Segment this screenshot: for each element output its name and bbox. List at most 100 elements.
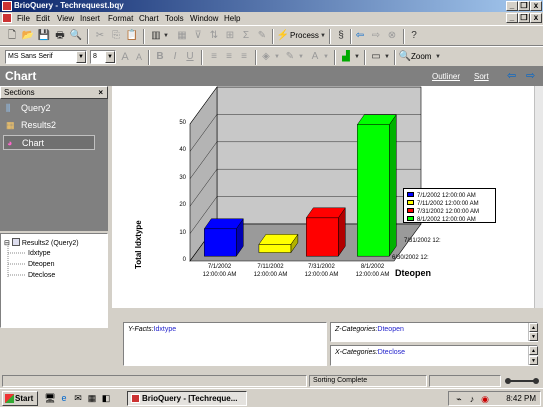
italic-icon[interactable]: I (168, 50, 182, 64)
save-icon[interactable]: 💾 (37, 29, 51, 43)
fill-dropdown-icon[interactable]: ▼ (273, 50, 281, 64)
bar[interactable] (203, 218, 244, 257)
menu-window[interactable]: Window (190, 14, 218, 23)
close-button[interactable]: x (530, 1, 542, 11)
scroll-down-icon[interactable]: ▼ (529, 356, 538, 365)
menu-help[interactable]: Help (224, 14, 240, 23)
sort-icon[interactable]: ⇅ (207, 29, 221, 43)
doc-icon[interactable] (2, 13, 12, 23)
process-dropdown-icon[interactable]: ▼ (319, 29, 327, 43)
bar[interactable] (305, 207, 346, 257)
app-launch-icon[interactable]: ▦ (86, 392, 98, 404)
font-color-dropdown-icon[interactable]: ▼ (322, 50, 330, 64)
open-icon[interactable]: 📂 (21, 29, 35, 43)
layout-icon[interactable]: ▥ (149, 29, 163, 43)
menu-file[interactable]: File (17, 14, 30, 23)
filter-icon[interactable]: ⊽ (191, 29, 205, 43)
y-facts-value[interactable]: Idxtype (154, 326, 177, 333)
doc-close-button[interactable]: x (530, 13, 542, 23)
menu-insert[interactable]: Insert (80, 14, 100, 23)
line-color-icon[interactable]: ✎ (283, 50, 297, 64)
paste-icon[interactable]: 📋 (125, 29, 139, 43)
doc-restore-button[interactable]: ❐ (518, 13, 530, 23)
print-preview-icon[interactable]: 🔍 (69, 29, 83, 43)
back-icon[interactable]: ⇦ (353, 29, 367, 43)
tree-item-idxtype[interactable]: Idxtype (28, 249, 51, 258)
zoom-icon[interactable]: 🔍 (398, 50, 412, 64)
chevron-down-icon[interactable]: ▼ (76, 51, 86, 63)
process-icon[interactable]: ⚡ (276, 29, 290, 43)
sort-link[interactable]: Sort (474, 72, 489, 81)
layout-dropdown-icon[interactable]: ▼ (162, 29, 170, 43)
back-arrow-icon[interactable]: ⇦ (507, 70, 516, 82)
scroll-up-icon[interactable]: ▲ (529, 346, 538, 355)
menu-edit[interactable]: Edit (36, 14, 50, 23)
close-icon[interactable]: × (98, 87, 103, 99)
process-button[interactable]: Process (290, 31, 319, 40)
cut-icon[interactable]: ✂ (93, 29, 107, 43)
bar[interactable] (258, 233, 299, 254)
chart-vertical-scrollbar[interactable] (534, 86, 543, 308)
font-name-select[interactable]: MS Sans Serif ▼ (5, 50, 87, 64)
zoom-slider[interactable] (504, 376, 540, 386)
section-item-chart[interactable]: ◕ Chart (3, 135, 95, 150)
new-icon[interactable]: 🗋 (5, 29, 19, 43)
menu-tools[interactable]: Tools (165, 14, 184, 23)
align-left-icon[interactable]: ≡ (207, 50, 221, 64)
section-item-results2[interactable]: ▦ Results2 (3, 118, 95, 133)
chart-type-icon[interactable]: ▟ (339, 50, 353, 64)
desktop-icon[interactable]: 🖥 (44, 392, 56, 404)
view-icon[interactable]: ▭ (369, 50, 383, 64)
zoom-button[interactable]: Zoom (411, 52, 431, 61)
forward-icon[interactable]: ⇨ (369, 29, 383, 43)
brio-launch-icon[interactable]: ◧ (100, 392, 112, 404)
help-icon[interactable]: ? (407, 29, 421, 43)
bar[interactable] (356, 113, 397, 257)
menu-chart[interactable]: Chart (139, 14, 159, 23)
pencil-icon[interactable]: ✎ (255, 29, 269, 43)
y-facts-box[interactable]: Y-Facts:Idxtype (123, 322, 327, 366)
stop-icon[interactable]: ⊗ (385, 29, 399, 43)
font-size-select[interactable]: 8 ▼ (90, 50, 116, 64)
align-center-icon[interactable]: ≡ (222, 50, 236, 64)
shrink-font-icon[interactable]: A (132, 50, 146, 64)
tree-item-dteopen[interactable]: Dteopen (28, 260, 54, 269)
section-item-query2[interactable]: ⫼ Query2 (3, 101, 95, 116)
outliner-link[interactable]: Outliner (432, 72, 460, 81)
x-categories-value[interactable]: Dteclose (378, 349, 405, 356)
pivot-icon[interactable]: ▦ (175, 29, 189, 43)
outlook-icon[interactable]: ✉ (72, 392, 84, 404)
view-dropdown-icon[interactable]: ▼ (383, 50, 391, 64)
chevron-down-icon[interactable]: ▼ (105, 51, 115, 63)
z-scrollbar[interactable]: ▲ ▼ (528, 323, 538, 341)
network-icon[interactable]: ⌁ (453, 393, 465, 405)
bold-icon[interactable]: B (153, 50, 167, 64)
volume-icon[interactable]: ♪ (466, 393, 478, 405)
underline-icon[interactable]: U (183, 50, 197, 64)
tree-item-dteclose[interactable]: Dteclose (28, 271, 55, 280)
doc-minimize-button[interactable]: _ (506, 13, 518, 23)
grow-font-icon[interactable]: A (118, 50, 132, 64)
taskbar-brioquery-button[interactable]: BrioQuery - [Techreque... (127, 391, 247, 406)
connect-icon[interactable]: § (334, 29, 348, 43)
antivirus-icon[interactable]: ◉ (479, 393, 491, 405)
x-scrollbar[interactable]: ▲ ▼ (528, 346, 538, 365)
line-dropdown-icon[interactable]: ▼ (297, 50, 305, 64)
restore-button[interactable]: ❐ (518, 1, 530, 11)
fill-color-icon[interactable]: ◈ (259, 50, 273, 64)
x-categories-box[interactable]: X-Categories:Dteclose ▲ ▼ (330, 345, 538, 366)
font-color-icon[interactable]: A (308, 50, 322, 64)
menu-format[interactable]: Format (108, 14, 133, 23)
chart-legend[interactable]: 7/1/2002 12:00:00 AM 7/11/2002 12:00:00 … (403, 188, 496, 223)
zoom-dropdown-icon[interactable]: ▼ (434, 50, 442, 64)
start-button[interactable]: Start (2, 391, 38, 406)
menu-view[interactable]: View (57, 14, 74, 23)
chart-type-dropdown-icon[interactable]: ▼ (353, 50, 361, 64)
z-categories-box[interactable]: Z-Categories:Dteopen ▲ ▼ (330, 322, 538, 342)
forward-arrow-icon[interactable]: ⇨ (526, 70, 535, 82)
scroll-up-icon[interactable]: ▲ (529, 323, 538, 332)
z-categories-value[interactable]: Dteopen (377, 326, 403, 333)
copy-icon[interactable]: ⎘ (109, 29, 123, 43)
ie-icon[interactable]: e (58, 392, 70, 404)
chart-canvas[interactable]: Chart Total Idxtype 010203040507/1/20021… (112, 86, 543, 308)
